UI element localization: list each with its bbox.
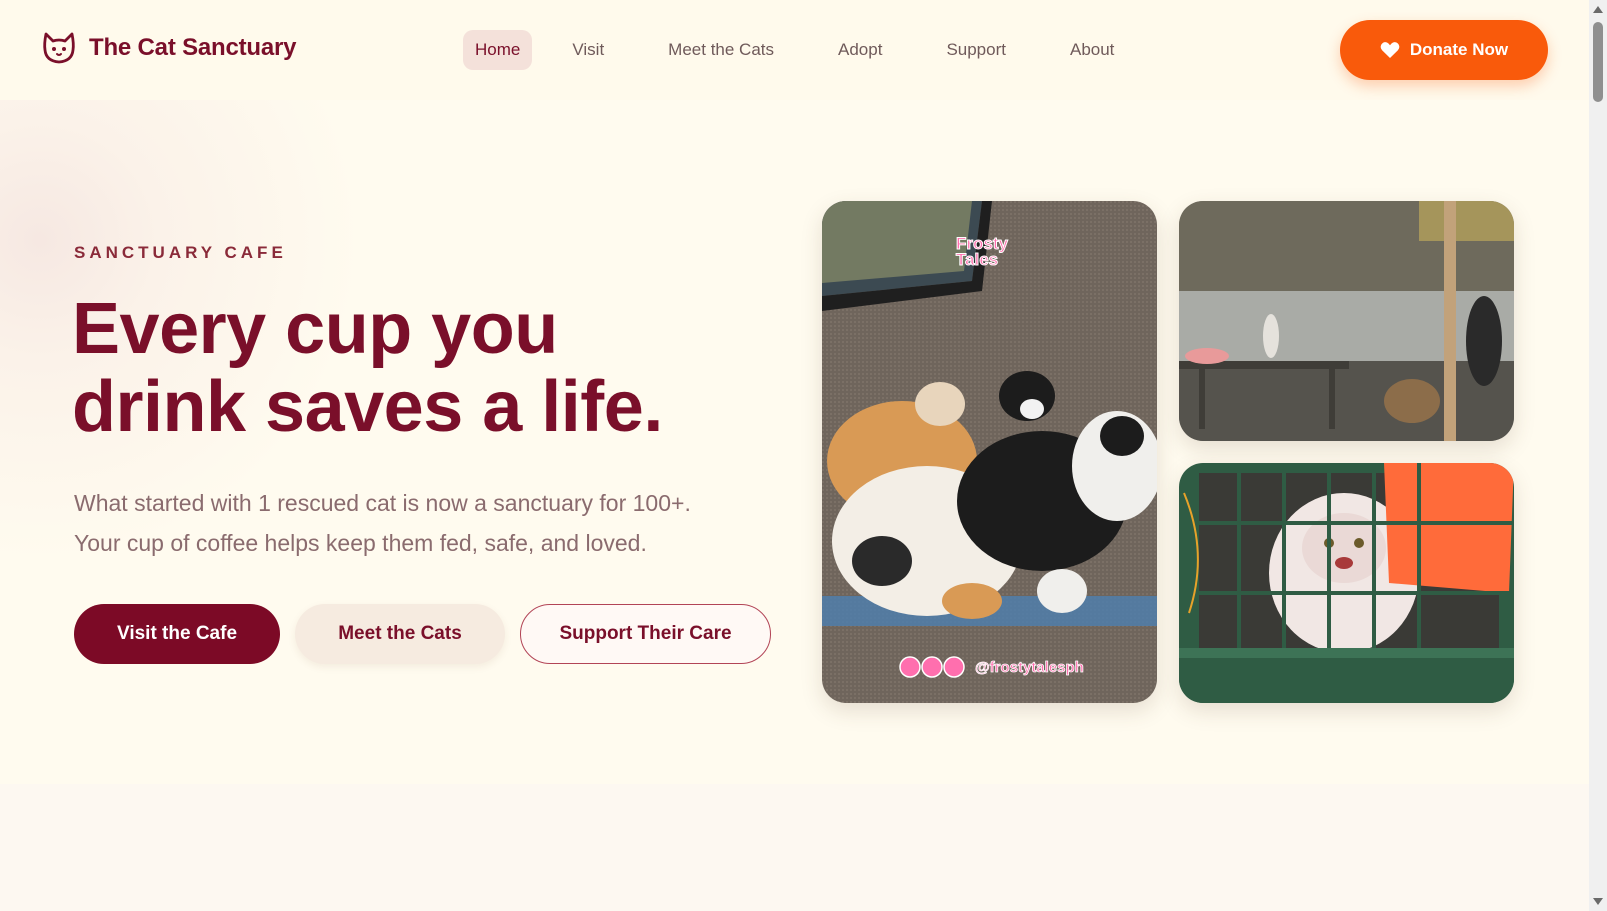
photo-cats-on-couch: Frosty Tales @frostytalesph	[822, 201, 1157, 703]
nav-home[interactable]: Home	[463, 30, 533, 70]
donate-label: Donate Now	[1409, 40, 1509, 59]
nav-adopt[interactable]: Adopt	[826, 30, 894, 70]
headline-line-1: Every cup you	[72, 289, 558, 369]
headline-line-2: drink saves a life.	[72, 367, 663, 447]
hero-subtext: What started with 1 rescued cat is now a…	[74, 483, 794, 563]
brand-name: The Cat Sanctuary	[89, 34, 297, 61]
site-header: The Cat Sanctuary Home Visit Meet the Ca…	[0, 0, 1589, 100]
hero-section: SANCTUARY CAFE Every cup you drink saves…	[0, 100, 1589, 784]
brand-logo[interactable]: The Cat Sanctuary	[41, 30, 297, 66]
nav-about[interactable]: About	[1058, 30, 1126, 70]
page: The Cat Sanctuary Home Visit Meet the Ca…	[0, 0, 1589, 911]
subtext-line-1: What started with 1 rescued cat is now a…	[74, 490, 691, 516]
social-handle: @frostytalesph	[975, 659, 1084, 676]
nav-meet-the-cats[interactable]: Meet the Cats	[656, 30, 786, 70]
heart-icon	[1380, 42, 1400, 58]
subtext-line-2: Your cup of coffee helps keep them fed, …	[74, 530, 647, 556]
photo-cat-in-cage	[1179, 463, 1514, 703]
scroll-up-arrow-icon[interactable]	[1593, 6, 1603, 13]
page-scrollbar[interactable]	[1589, 0, 1607, 911]
hero-headline: Every cup you drink saves a life.	[72, 290, 772, 446]
scroll-thumb[interactable]	[1593, 22, 1603, 102]
next-section	[0, 784, 1589, 911]
support-care-button[interactable]: Support Their Care	[520, 604, 771, 664]
watermark-line-2: Tales	[956, 250, 998, 269]
photo-sanctuary-interior	[1179, 201, 1514, 441]
nav-support[interactable]: Support	[934, 30, 1018, 70]
meet-cats-button[interactable]: Meet the Cats	[295, 604, 505, 664]
nav-visit[interactable]: Visit	[560, 30, 616, 70]
main-nav: Home Visit Meet the Cats Adopt Support A…	[463, 30, 1166, 70]
donate-button[interactable]: Donate Now	[1340, 20, 1548, 80]
cat-face-icon	[43, 32, 75, 64]
scroll-down-arrow-icon[interactable]	[1593, 898, 1603, 905]
hero-eyebrow: SANCTUARY CAFE	[74, 243, 287, 262]
visit-cafe-button[interactable]: Visit the Cafe	[74, 604, 280, 664]
